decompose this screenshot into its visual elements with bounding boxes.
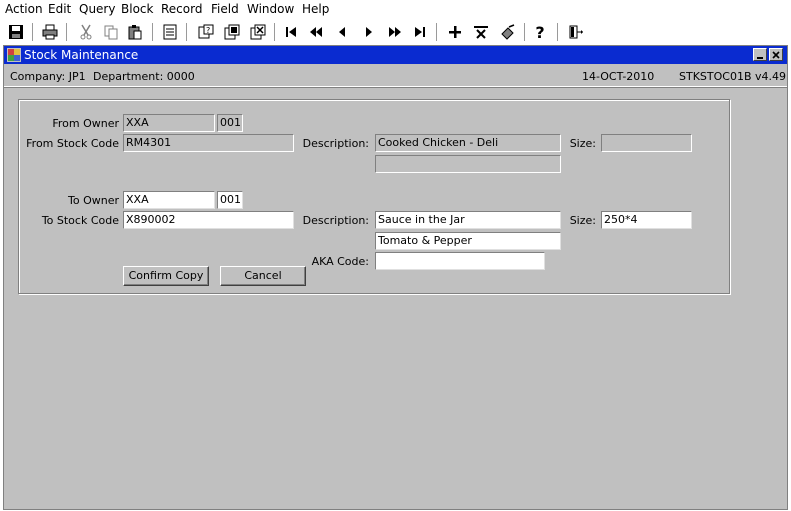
to-stock-code-label: To Stock Code [41, 214, 119, 227]
query-icon[interactable]: ? [196, 22, 216, 42]
to-size-field[interactable]: 250*4 [601, 211, 692, 229]
menu-help[interactable]: Help [302, 2, 329, 17]
menu-action[interactable]: Action [5, 2, 43, 17]
to-stock-code-field[interactable]: X890002 [123, 211, 294, 229]
menu-block[interactable]: Block [121, 2, 153, 17]
menu-edit[interactable]: Edit [48, 2, 71, 17]
previous-record-icon[interactable] [332, 22, 352, 42]
window-title: Stock Maintenance [24, 48, 139, 62]
to-size-label: Size: [569, 214, 596, 227]
from-description-label: Description: [302, 137, 369, 150]
close-icon [772, 50, 780, 59]
minimize-icon [757, 56, 763, 59]
from-stock-code-label: From Stock Code [26, 137, 119, 150]
company-label: Company: JP1 [10, 70, 86, 83]
svg-text:?: ? [206, 26, 210, 35]
to-description-field-1[interactable]: Sauce in the Jar [375, 211, 561, 229]
first-record-icon[interactable] [281, 22, 301, 42]
cut-icon[interactable] [76, 22, 96, 42]
from-size-label: Size: [569, 137, 596, 150]
from-owner-code-field[interactable]: 001 [217, 114, 243, 132]
info-bar: Company: JP1 Department: 0000 14-OCT-201… [4, 64, 787, 87]
to-description-label: Description: [302, 214, 369, 227]
list-icon[interactable] [160, 22, 180, 42]
copy-icon[interactable] [101, 22, 121, 42]
print-icon[interactable] [40, 22, 60, 42]
department-label: Department: 0000 [93, 70, 195, 83]
from-owner-field[interactable]: XXA [123, 114, 215, 132]
to-owner-label: To Owner [68, 194, 119, 207]
module-label: STKSTOC01B v4.49 [679, 70, 786, 83]
from-description-field-2[interactable] [375, 155, 561, 173]
confirm-copy-button[interactable]: Confirm Copy [123, 266, 209, 286]
close-button[interactable] [769, 48, 783, 61]
from-stock-code-field[interactable]: RM4301 [123, 134, 294, 152]
menu-bar: Action Edit Query Block Record Field Win… [0, 0, 791, 20]
next-page-icon[interactable] [385, 22, 405, 42]
to-owner-code-field[interactable]: 001 [217, 191, 243, 209]
from-description-field-1[interactable]: Cooked Chicken - Deli [375, 134, 561, 152]
copy-stock-panel: From Owner XXA 001 From Stock Code RM430… [18, 99, 730, 294]
clear-record-icon[interactable] [498, 22, 518, 42]
last-record-icon[interactable] [410, 22, 430, 42]
insert-record-icon[interactable] [445, 22, 465, 42]
previous-page-icon[interactable] [306, 22, 326, 42]
from-owner-label: From Owner [52, 117, 119, 130]
to-owner-field[interactable]: XXA [123, 191, 215, 209]
to-description-field-2[interactable]: Tomato & Pepper [375, 232, 561, 250]
help-icon[interactable]: ? [530, 22, 550, 42]
cancel-button[interactable]: Cancel [220, 266, 306, 286]
delete-record-icon[interactable] [471, 22, 491, 42]
menu-field[interactable]: Field [211, 2, 239, 17]
cancel-query-icon[interactable] [248, 22, 268, 42]
window-titlebar: Stock Maintenance [4, 46, 787, 64]
menu-record[interactable]: Record [161, 2, 202, 17]
app-icon [7, 48, 21, 62]
menu-query[interactable]: Query [79, 2, 115, 17]
toolbar: ? ? [0, 20, 791, 44]
save-icon[interactable] [6, 22, 26, 42]
stock-maintenance-window: Stock Maintenance Company: JP1 Departmen… [3, 45, 788, 510]
date-label: 14-OCT-2010 [582, 70, 655, 83]
execute-query-icon[interactable] [222, 22, 242, 42]
paste-icon[interactable] [125, 22, 145, 42]
exit-icon[interactable] [566, 22, 586, 42]
from-size-field[interactable] [601, 134, 692, 152]
next-record-icon[interactable] [359, 22, 379, 42]
aka-code-field[interactable] [375, 252, 545, 270]
minimize-button[interactable] [753, 48, 767, 61]
menu-window[interactable]: Window [247, 2, 294, 17]
